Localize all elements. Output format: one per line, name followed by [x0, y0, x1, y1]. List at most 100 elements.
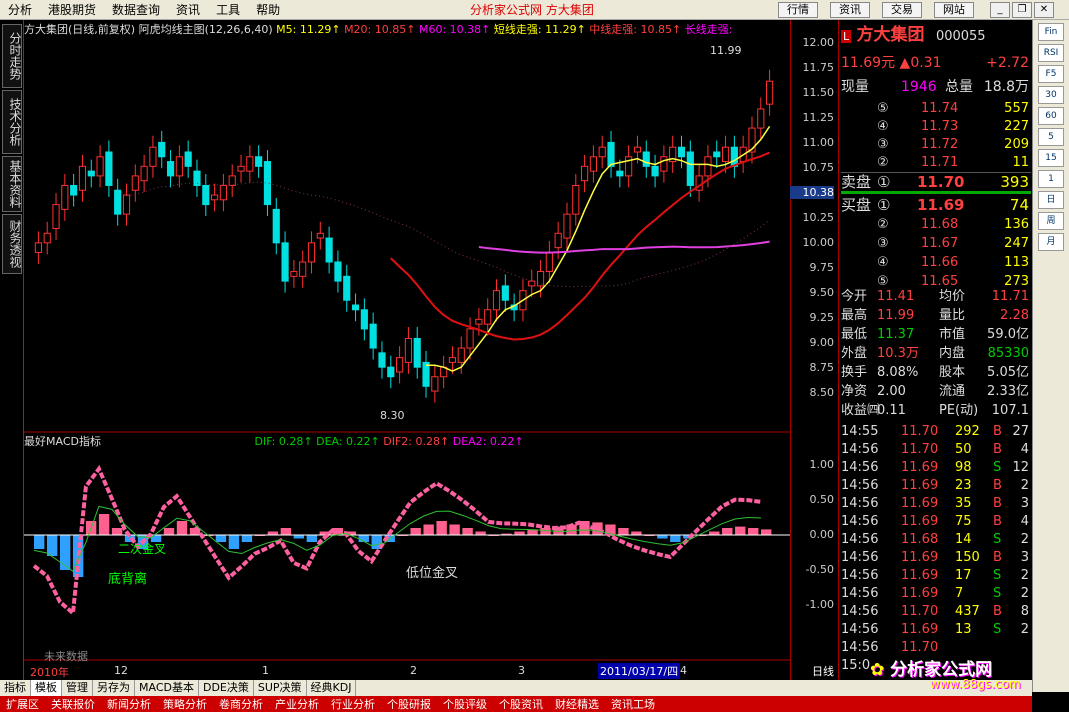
tick-time: 14:55	[841, 424, 879, 439]
stat-value: 11.41	[877, 289, 915, 304]
macd-histogram-bar	[631, 531, 642, 535]
toolstrip-button[interactable]: 日	[1038, 191, 1064, 209]
toolstrip-button[interactable]: 月	[1038, 233, 1064, 251]
candle-body	[343, 275, 351, 301]
toolstrip-button[interactable]: 15	[1038, 149, 1064, 167]
status-item[interactable]: 个股评级	[437, 696, 493, 712]
tick-price: 11.69	[901, 550, 939, 565]
stat-label: 换手	[841, 365, 868, 380]
candle-body	[660, 156, 668, 172]
status-bar: 扩展区 关联报价 新闻分析 策略分析 卷商分析 产业分析 行业分析 个股研报 个股评级 个股资讯财…	[0, 696, 1032, 712]
stat-label: 今开	[841, 289, 868, 304]
website-button[interactable]: 网站	[934, 2, 974, 18]
close-icon[interactable]: ✕	[1034, 2, 1054, 18]
indicator-tab[interactable]: 另存为	[93, 680, 135, 696]
bid-row: ② 11.68 136	[841, 216, 1031, 234]
status-item[interactable]: 扩展区	[0, 696, 45, 712]
stat-row: 收益㈣ 0.11 PE(动) 107.1	[841, 402, 1031, 420]
quote-button[interactable]: 行情	[778, 2, 818, 18]
indicator-tab[interactable]: DDE决策	[199, 680, 254, 696]
macd-tick: 0.00	[809, 528, 835, 541]
candle-body	[492, 290, 501, 311]
status-item[interactable]: 财经精选	[549, 696, 605, 712]
stat-row: 最低 11.37 市值 59.0亿	[841, 326, 1031, 344]
status-item[interactable]: 个股资讯	[493, 696, 549, 712]
stat-value: 2.28	[1000, 308, 1029, 323]
tick-side: S	[993, 622, 1002, 637]
indicator-tab[interactable]: 管理	[62, 680, 93, 696]
status-item[interactable]: 资讯工场	[605, 696, 661, 712]
tab-fundamentals[interactable]: 基本资料	[2, 156, 22, 212]
trade-button[interactable]: 交易	[882, 2, 922, 18]
tab-intraday[interactable]: 分时走势	[2, 24, 22, 88]
tick-row: 14:56 11.69 75 B 4	[841, 513, 1031, 531]
candle-body	[616, 170, 624, 177]
stat-value: 10.3万	[877, 346, 919, 361]
macd-histogram-bar	[410, 528, 421, 535]
time-label-4: 4	[680, 664, 687, 677]
price-tick: 11.25	[802, 111, 835, 124]
candle-body	[87, 170, 95, 177]
tick-count: 2	[1020, 532, 1029, 547]
stat-value: 11.71	[991, 289, 1029, 304]
candle-body	[704, 156, 712, 177]
restore-icon[interactable]: ❐	[1012, 2, 1032, 18]
candle-body	[334, 261, 342, 282]
menu-info[interactable]: 资讯	[168, 0, 208, 20]
tick-price: 11.70	[901, 442, 939, 457]
candle-body	[378, 352, 386, 368]
time-label-2010: 2010年	[30, 666, 69, 679]
tab-technical[interactable]: 技术分析	[2, 90, 22, 154]
bid-level: ④	[877, 255, 889, 270]
menu-analysis[interactable]: 分析	[0, 0, 40, 20]
tick-volume: 17	[955, 568, 972, 583]
ask-volume: 557	[1004, 101, 1029, 116]
stat-row: 今开 11.41 均价 11.71	[841, 288, 1031, 306]
macd-tick: 0.50	[809, 493, 835, 506]
toolstrip-button[interactable]: 30	[1038, 86, 1064, 104]
dif-value: DIF: 0.28↑	[254, 435, 313, 448]
bottom-divergence-label: 底背离	[108, 572, 148, 587]
info-button[interactable]: 资讯	[830, 2, 870, 18]
toolstrip-button[interactable]: 5	[1038, 128, 1064, 146]
candle-body	[228, 175, 236, 186]
tick-count: 27	[1012, 424, 1029, 439]
status-item[interactable]: 行业分析	[325, 696, 381, 712]
ask-row: ④ 11.73 227	[841, 118, 1031, 136]
status-item[interactable]: 个股研报	[381, 696, 437, 712]
status-item[interactable]: 新闻分析	[101, 696, 157, 712]
menu-data-query[interactable]: 数据查询	[104, 0, 168, 20]
status-item[interactable]: 关联报价	[45, 696, 101, 712]
ask-volume: 209	[1004, 137, 1029, 152]
status-item[interactable]: 产业分析	[269, 696, 325, 712]
toolstrip-button[interactable]: Fin	[1038, 23, 1064, 41]
status-item[interactable]: 卷商分析	[213, 696, 269, 712]
candle-body	[686, 151, 694, 186]
toolstrip-button[interactable]: 1	[1038, 170, 1064, 188]
status-item[interactable]: 策略分析	[157, 696, 213, 712]
indicator-tab[interactable]: SUP决策	[254, 680, 307, 696]
toolstrip-button[interactable]: F5	[1038, 65, 1064, 83]
indicator-tab[interactable]: 指标	[0, 680, 31, 696]
indicator-tab[interactable]: 经典KDJ	[307, 680, 357, 696]
candle-body	[369, 323, 377, 349]
toolstrip-button[interactable]: RSI	[1038, 44, 1064, 62]
left-tab-strip: 分时走势 技术分析 基本资料 财务透视	[0, 20, 24, 680]
minimize-icon[interactable]: _	[990, 2, 1010, 18]
candle-body	[536, 271, 545, 287]
menu-tools[interactable]: 工具	[208, 0, 248, 20]
candle-body	[158, 141, 166, 158]
tick-row: 14:56 11.68 14 S 2	[841, 531, 1031, 549]
toolstrip-button[interactable]: 周	[1038, 212, 1064, 230]
toolstrip-button[interactable]: 60	[1038, 107, 1064, 125]
menu-hk-futures[interactable]: 港股期货	[40, 0, 104, 20]
ask-price: 11.72	[921, 137, 959, 152]
indicator-name: 阿虎均线主图(12,26,6,40)	[138, 23, 273, 36]
tab-financials[interactable]: 财务透视	[2, 214, 22, 274]
indicator-tab[interactable]: 模板	[31, 680, 62, 696]
candle-body	[484, 309, 492, 325]
candle-body	[730, 146, 738, 167]
menu-help[interactable]: 帮助	[248, 0, 288, 20]
tick-row: 14:56 11.69 35 B 3	[841, 495, 1031, 513]
indicator-tab[interactable]: MACD基本	[135, 680, 199, 696]
